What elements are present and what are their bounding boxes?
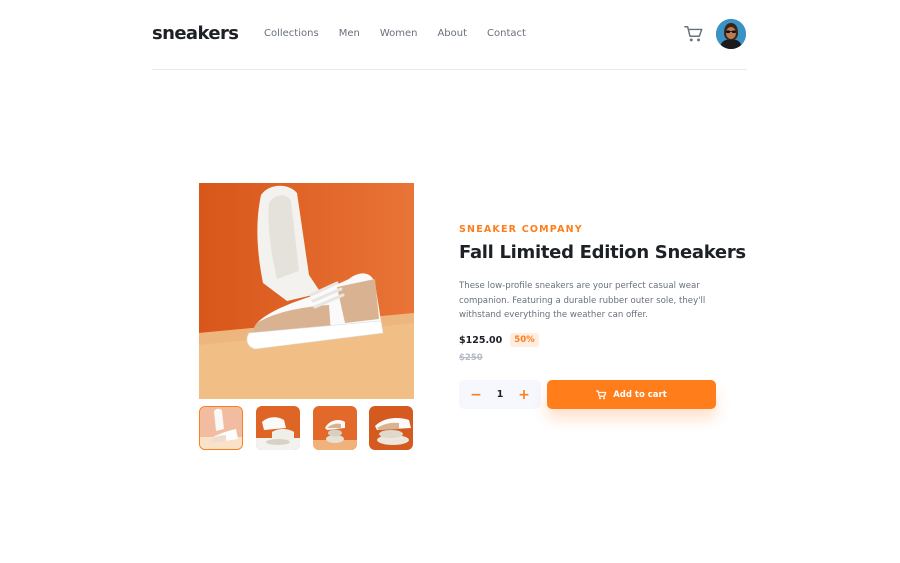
- product-title: Fall Limited Edition Sneakers: [459, 242, 746, 263]
- logo[interactable]: sneakers: [152, 23, 239, 44]
- decrease-quantity-button[interactable]: −: [463, 380, 489, 409]
- nav-contact[interactable]: Contact: [487, 28, 526, 39]
- price-row: $125.00 50%: [459, 333, 539, 347]
- original-price: $250: [459, 353, 483, 363]
- increase-quantity-button[interactable]: +: [511, 380, 537, 409]
- add-to-cart-button[interactable]: Add to cart: [547, 380, 716, 409]
- discount-badge: 50%: [510, 333, 539, 347]
- cart-icon[interactable]: [684, 24, 704, 44]
- current-price: $125.00: [459, 334, 503, 346]
- product-description: These low-profile sneakers are your perf…: [459, 281, 706, 320]
- quantity-stepper: − 1 +: [459, 380, 541, 409]
- product-main-image[interactable]: [199, 183, 414, 399]
- nav-about[interactable]: About: [437, 28, 467, 39]
- thumbnail-3[interactable]: [313, 406, 357, 450]
- nav-collections[interactable]: Collections: [264, 28, 319, 39]
- company-label: SNEAKER COMPANY: [459, 224, 583, 235]
- cart-icon: [596, 389, 607, 399]
- quantity-value: 1: [496, 389, 504, 400]
- thumbnail-1[interactable]: [199, 406, 243, 450]
- minus-icon: −: [470, 386, 482, 403]
- nav-men[interactable]: Men: [339, 28, 360, 39]
- main-nav: Collections Men Women About Contact: [264, 28, 546, 39]
- thumbnail-4[interactable]: [369, 406, 413, 450]
- add-to-cart-label: Add to cart: [613, 389, 667, 400]
- site-header: sneakers Collections Men Women About Con…: [152, 0, 747, 70]
- user-avatar[interactable]: [716, 19, 746, 49]
- plus-icon: +: [518, 386, 530, 403]
- nav-women[interactable]: Women: [380, 28, 418, 39]
- thumbnail-strip: [199, 406, 414, 450]
- thumbnail-2[interactable]: [256, 406, 300, 450]
